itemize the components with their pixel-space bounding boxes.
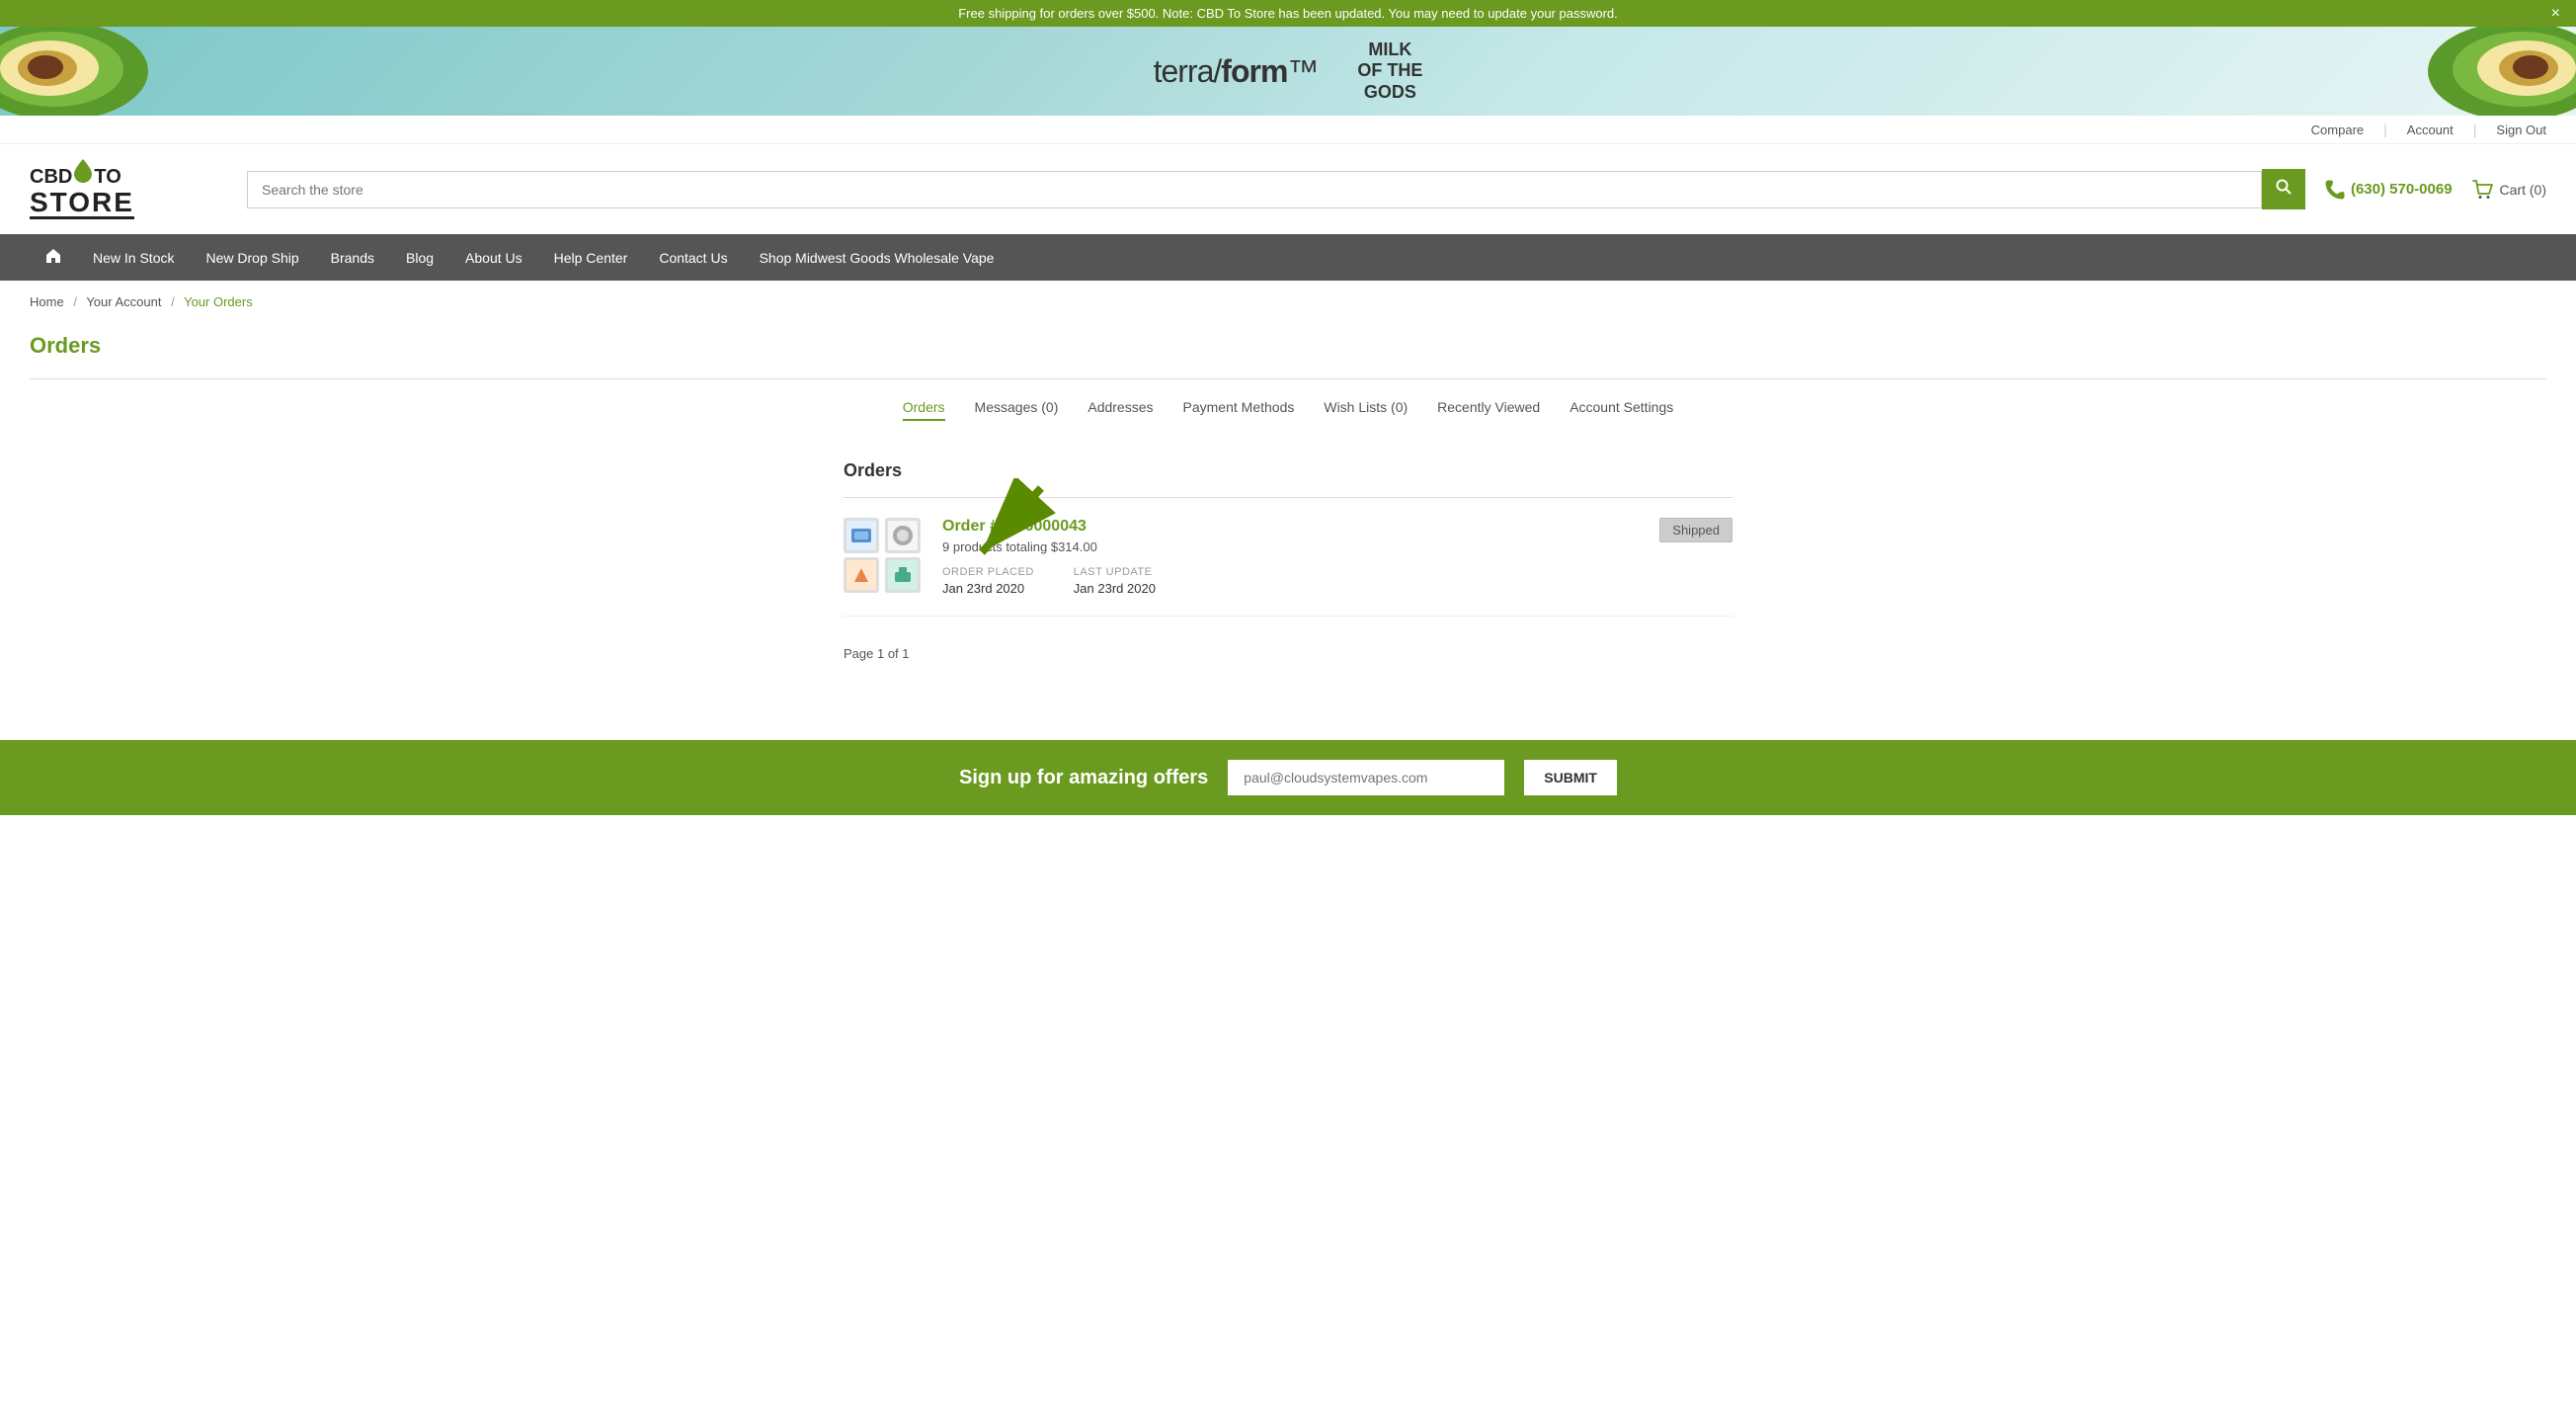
- order-placed-date: Jan 23rd 2020: [942, 581, 1024, 596]
- header: CBD TO STORE: [0, 144, 2576, 234]
- orders-section: Orders: [844, 460, 1732, 661]
- order-product-image-1: [844, 518, 879, 553]
- nav-blog[interactable]: Blog: [390, 236, 449, 280]
- orders-heading: Orders: [844, 460, 1732, 481]
- product-thumb-4: [888, 560, 918, 590]
- nav-help-center[interactable]: Help Center: [538, 236, 644, 280]
- logo-store: STORE: [30, 187, 134, 217]
- nav-about-us[interactable]: About Us: [449, 236, 538, 280]
- logo-cbd: CBD: [30, 167, 72, 187]
- order-product-image-2: [885, 518, 921, 553]
- breadcrumb: Home / Your Account / Your Orders: [0, 281, 2576, 323]
- page-content: Orders Orders Messages (0) Addresses Pay…: [0, 323, 2576, 701]
- order-last-update: LAST UPDATE Jan 23rd 2020: [1074, 566, 1156, 596]
- search-input[interactable]: [247, 171, 2262, 208]
- product-thumb-2: [888, 521, 918, 550]
- nav-home-icon[interactable]: [30, 234, 77, 281]
- terraform-logo: terra/form™: [1154, 53, 1319, 90]
- sign-out-link[interactable]: Sign Out: [2496, 123, 2546, 137]
- promo-banner: terra/form™ MILK OF THE GODS: [0, 27, 2576, 116]
- page-divider: [30, 378, 2546, 379]
- order-products: 9 products totaling $314.00: [942, 539, 1732, 554]
- utility-bar: Compare | Account | Sign Out: [0, 116, 2576, 144]
- breadcrumb-your-account[interactable]: Your Account: [86, 294, 161, 309]
- nav-new-in-stock[interactable]: New In Stock: [77, 236, 190, 280]
- main-nav: New In Stock New Drop Ship Brands Blog A…: [0, 234, 2576, 281]
- cart-icon: [2472, 180, 2494, 200]
- breadcrumb-current: Your Orders: [184, 294, 253, 309]
- nav-shop-midwest[interactable]: Shop Midwest Goods Wholesale Vape: [744, 236, 1010, 280]
- phone-area: (630) 570-0069: [2325, 180, 2453, 200]
- logo-drop-icon: [74, 159, 92, 183]
- search-button[interactable]: [2262, 169, 2305, 209]
- order-status-badge: Shipped: [1659, 518, 1732, 542]
- order-details: Order #1000000043 9 products totaling $3…: [942, 518, 1732, 596]
- compare-link[interactable]: Compare: [2311, 123, 2364, 137]
- tab-wish-lists[interactable]: Wish Lists (0): [1324, 399, 1408, 421]
- account-tabs: Orders Messages (0) Addresses Payment Me…: [30, 399, 2546, 431]
- order-number[interactable]: Order #1000000043: [942, 518, 1732, 536]
- tab-orders[interactable]: Orders: [903, 399, 945, 421]
- milk-logo: MILK OF THE GODS: [1357, 40, 1422, 104]
- nav-new-drop-ship[interactable]: New Drop Ship: [190, 236, 314, 280]
- account-link[interactable]: Account: [2407, 123, 2454, 137]
- page-title: Orders: [30, 333, 2546, 359]
- order-product-image-3: [844, 557, 879, 593]
- footer-submit-button[interactable]: SUBMIT: [1524, 760, 1617, 795]
- order-images: [844, 518, 923, 593]
- order-placed: ORDER PLACED Jan 23rd 2020: [942, 566, 1034, 596]
- top-banner: Free shipping for orders over $500. Note…: [0, 0, 2576, 27]
- phone-icon: [2325, 180, 2345, 200]
- avocado-left-icon: [0, 27, 198, 116]
- promo-logos: terra/form™ MILK OF THE GODS: [1154, 40, 1423, 104]
- logo-area[interactable]: CBD TO STORE: [30, 159, 227, 219]
- order-meta: ORDER PLACED Jan 23rd 2020 LAST UPDATE J…: [942, 566, 1732, 596]
- logo-to: TO: [94, 167, 121, 187]
- cart-label: Cart (0): [2500, 182, 2546, 198]
- product-thumb-3: [846, 560, 876, 590]
- tab-recently-viewed[interactable]: Recently Viewed: [1437, 399, 1540, 421]
- nav-brands[interactable]: Brands: [315, 236, 390, 280]
- order-placed-label: ORDER PLACED: [942, 566, 1034, 578]
- home-icon: [45, 248, 61, 264]
- pagination: Page 1 of 1: [844, 646, 1732, 661]
- header-right: (630) 570-0069 Cart (0): [2325, 180, 2546, 200]
- footer-signup-title: Sign up for amazing offers: [959, 767, 1208, 789]
- close-banner-button[interactable]: ×: [2551, 5, 2560, 23]
- cart-area[interactable]: Cart (0): [2472, 180, 2546, 200]
- breadcrumb-home[interactable]: Home: [30, 294, 64, 309]
- order-product-image-4: [885, 557, 921, 593]
- tab-messages[interactable]: Messages (0): [975, 399, 1059, 421]
- tab-addresses[interactable]: Addresses: [1087, 399, 1153, 421]
- footer-email-input[interactable]: [1228, 760, 1504, 795]
- search-icon: [2276, 179, 2292, 195]
- tab-account-settings[interactable]: Account Settings: [1570, 399, 1673, 421]
- avocado-right-icon: [2378, 27, 2576, 116]
- order-last-update-date: Jan 23rd 2020: [1074, 581, 1156, 596]
- phone-number: (630) 570-0069: [2351, 181, 2453, 198]
- banner-message: Free shipping for orders over $500. Note…: [958, 6, 1618, 21]
- order-last-update-label: LAST UPDATE: [1074, 566, 1156, 578]
- tab-payment-methods[interactable]: Payment Methods: [1183, 399, 1295, 421]
- footer-signup: Sign up for amazing offers SUBMIT: [0, 740, 2576, 815]
- product-thumb-1: [846, 521, 876, 550]
- search-area: [247, 169, 2305, 209]
- order-row: Order #1000000043 9 products totaling $3…: [844, 498, 1732, 617]
- nav-contact-us[interactable]: Contact Us: [643, 236, 743, 280]
